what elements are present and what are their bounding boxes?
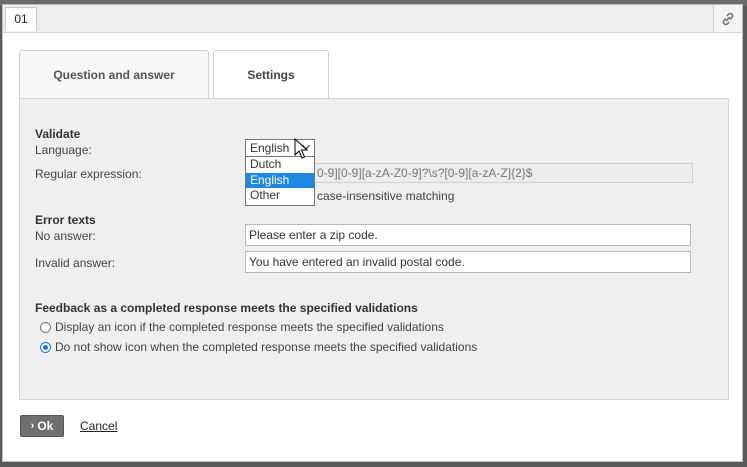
language-label: Language: [35,143,92,157]
feedback-option-no-icon[interactable]: Do not show icon when the completed resp… [40,340,477,354]
tab-question-and-answer[interactable]: Question and answer [19,50,209,98]
radio-no-icon[interactable] [40,341,51,353]
language-select-value: English [250,141,290,155]
radio-display-icon-label: Display an icon if the completed respons… [55,320,444,334]
no-answer-label: No answer: [35,229,96,243]
settings-panel: Validate Language: Regular expression: 0… [19,98,729,400]
language-dropdown-list: Dutch English Other [245,156,315,206]
language-option-other[interactable]: Other [246,188,314,204]
regex-value-text: 0-9][0-9][a-zA-Z0-9]?\s?[0-9][a-zA-Z]{2}… [317,166,533,180]
feedback-option-display-icon[interactable]: Display an icon if the completed respons… [40,320,444,334]
radio-no-icon-label: Do not show icon when the completed resp… [55,340,478,354]
feedback-heading: Feedback as a completed response meets t… [35,301,418,315]
validate-heading: Validate [35,127,81,141]
dialog-titlebar: 01 [3,5,742,33]
ok-button[interactable]: › Ok [20,415,64,437]
error-texts-heading: Error texts [35,213,96,227]
chevron-right-icon: › [30,420,35,432]
settings-dialog: 01 Question and answer Settings Validate… [2,4,743,462]
tab-settings[interactable]: Settings [213,50,329,99]
cancel-link[interactable]: Cancel [80,419,117,433]
language-option-english[interactable]: English [246,172,314,188]
mouse-cursor-icon [294,138,309,159]
link-button[interactable] [713,5,742,32]
ok-button-label: Ok [37,419,54,433]
question-number-tab[interactable]: 01 [5,7,37,31]
invalid-answer-label: Invalid answer: [35,256,116,270]
radio-display-icon[interactable] [40,321,51,333]
case-insensitive-label: case-insensitive matching [317,189,455,203]
link-icon [722,12,734,25]
invalid-answer-input[interactable]: You have entered an invalid postal code. [245,251,691,273]
no-answer-input[interactable]: Please enter a zip code. [245,224,691,246]
regex-label: Regular expression: [35,167,142,181]
